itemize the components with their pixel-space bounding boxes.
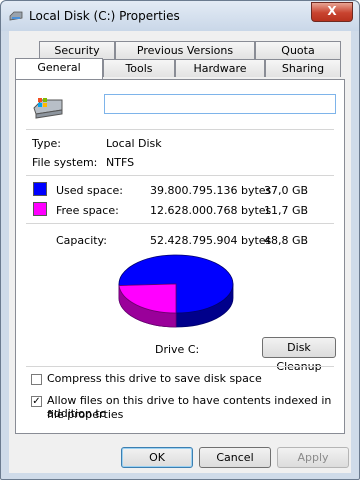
free-space-label: Free space:	[56, 204, 119, 217]
dialog-body: Security Previous Versions Quota General…	[9, 31, 351, 473]
drive-icon	[9, 11, 23, 21]
window-title: Local Disk (C:) Properties	[29, 9, 180, 23]
ok-button[interactable]: OK	[121, 447, 193, 468]
type-label: Type:	[32, 137, 61, 150]
file-system-label: File system:	[32, 156, 98, 169]
disk-usage-pie-chart	[118, 254, 234, 328]
capacity-gb: 48,8 GB	[264, 234, 309, 247]
divider	[26, 129, 334, 130]
drive-label: Drive C:	[155, 343, 200, 356]
title-bar[interactable]: Local Disk (C:) Properties X	[1, 1, 359, 31]
apply-button: Apply	[277, 447, 349, 468]
divider	[26, 366, 334, 367]
tab-tools[interactable]: Tools	[103, 59, 175, 77]
close-button[interactable]: X	[311, 2, 353, 22]
used-space-bytes: 39.800.795.136 bytes	[150, 184, 272, 197]
used-space-gb: 37,0 GB	[264, 184, 309, 197]
tab-quota[interactable]: Quota	[255, 41, 341, 59]
divider	[26, 175, 334, 176]
free-color-swatch	[33, 202, 47, 216]
compress-label[interactable]: Compress this drive to save disk space	[47, 372, 262, 385]
tab-previous-versions[interactable]: Previous Versions	[115, 41, 255, 59]
capacity-label: Capacity:	[56, 234, 107, 247]
tab-hardware[interactable]: Hardware	[175, 59, 265, 77]
tab-security[interactable]: Security	[39, 41, 115, 59]
free-space-bytes: 12.628.000.768 bytes	[150, 204, 272, 217]
file-system-value: NTFS	[106, 156, 135, 169]
disk-cleanup-button[interactable]: Disk Cleanup	[262, 337, 336, 373]
capacity-bytes: 52.428.795.904 bytes	[150, 234, 272, 247]
tab-general[interactable]: General	[15, 58, 103, 79]
general-panel: Type: Local Disk File system: NTFS Used …	[15, 79, 345, 434]
used-color-swatch	[33, 182, 47, 196]
compress-checkbox[interactable]	[31, 374, 42, 385]
index-label-line2[interactable]: file properties	[47, 408, 123, 421]
cancel-button[interactable]: Cancel	[199, 447, 271, 468]
type-value: Local Disk	[106, 137, 162, 150]
free-space-gb: 11,7 GB	[264, 204, 309, 217]
drive-large-icon	[33, 98, 63, 119]
index-checkbox[interactable]: ✓	[31, 396, 42, 407]
properties-window: Local Disk (C:) Properties X Security Pr…	[0, 0, 360, 480]
used-space-label: Used space:	[56, 184, 124, 197]
divider	[26, 223, 334, 224]
drive-name-input[interactable]	[104, 94, 336, 114]
tab-sharing[interactable]: Sharing	[265, 59, 341, 77]
